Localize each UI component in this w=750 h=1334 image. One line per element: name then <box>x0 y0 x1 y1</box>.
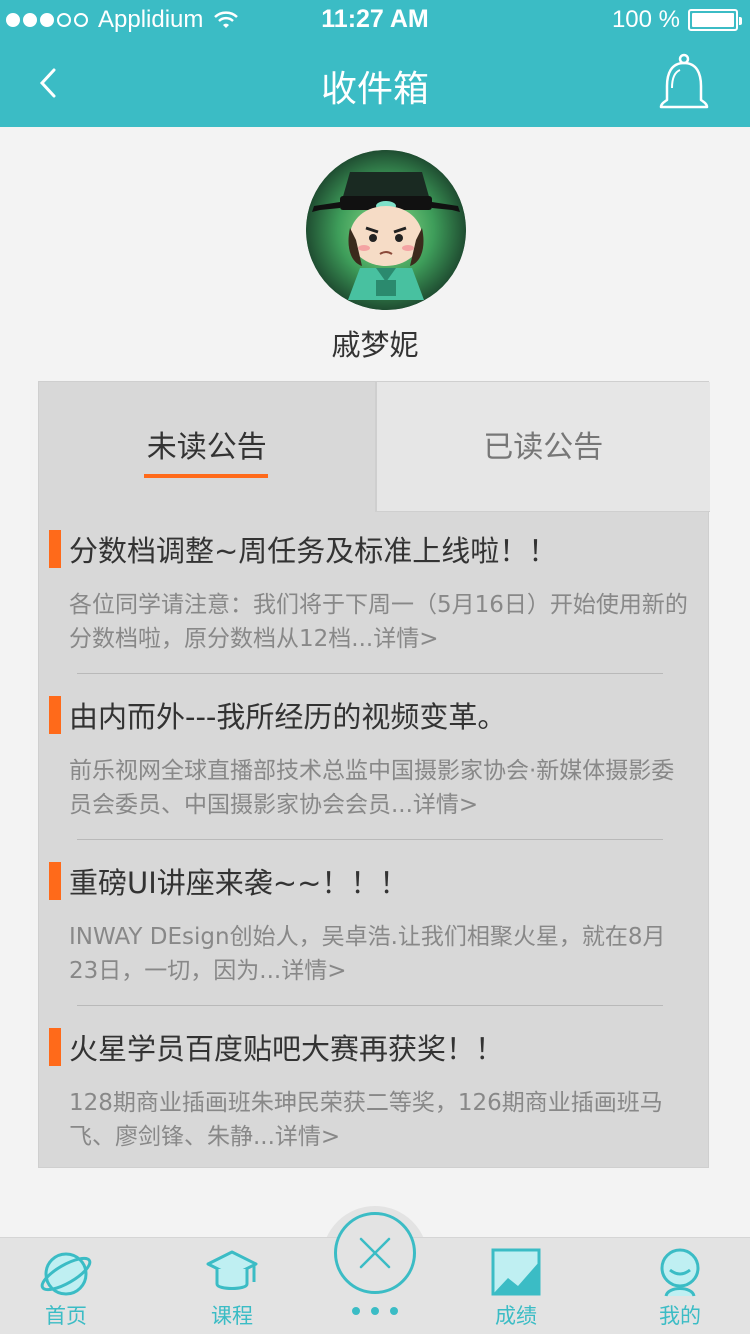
list-item[interactable]: 分数档调整~周任务及标准上线啦！！ 各位同学请注意：我们将于下周一（5月16日）… <box>39 512 710 678</box>
item-title: 重磅UI讲座来袭~~！！！ <box>69 866 409 900</box>
item-title: 由内而外---我所经历的视频变革。 <box>69 700 507 734</box>
announcement-panel: 未读公告 已读公告 分数档调整~周任务及标准上线啦！！ 各位同学请注意：我们将于… <box>38 381 710 1168</box>
item-summary: 各位同学请注意：我们将于下周一（5月16日）开始使用新的分数档啦，原分数档从12… <box>69 592 688 652</box>
battery-icon <box>688 9 742 31</box>
divider <box>77 1005 663 1006</box>
avatar[interactable] <box>306 150 466 310</box>
battery-percent: 100 % <box>611 6 680 33</box>
item-summary: 128期商业插画班朱珅民荣获二等奖，126期商业插画班马飞、廖剑锋、朱静...详… <box>69 1090 663 1150</box>
tab-active-indicator <box>144 474 268 478</box>
divider <box>77 839 663 840</box>
list-item[interactable]: 火星学员百度贴吧大赛再获奖！！ 128期商业插画班朱珅民荣获二等奖，126期商业… <box>39 1010 710 1176</box>
planet-icon <box>40 1252 92 1296</box>
list-item[interactable]: 重磅UI讲座来袭~~！！！ INWAY DEsign创始人，吴卓浩.让我们相聚火… <box>39 844 710 1010</box>
more-dots-icon[interactable] <box>352 1307 398 1317</box>
status-right: 100 % <box>611 6 742 34</box>
item-marker <box>49 530 61 568</box>
item-title: 火星学员百度贴吧大赛再获奖！！ <box>69 1032 505 1066</box>
tab-profile-label: 我的 <box>659 1304 701 1328</box>
profile-name: 戚梦妮 <box>331 328 419 362</box>
announcement-tabs: 未读公告 已读公告 <box>39 382 710 512</box>
tab-read-label: 已读公告 <box>483 430 604 465</box>
item-title: 分数档调整~周任务及标准上线啦！！ <box>69 534 558 568</box>
nav-bar: 收件箱 <box>0 40 750 127</box>
tab-courses-label: 课程 <box>211 1304 253 1328</box>
graduation-cap-icon <box>206 1250 258 1290</box>
item-summary: INWAY DEsign创始人，吴卓浩.让我们相聚火星，就在8月23日，一切，因… <box>69 924 666 984</box>
tab-grades[interactable]: 成绩 <box>461 1238 571 1334</box>
tab-unread-label: 未读公告 <box>146 430 267 465</box>
top-bar: Applidium 11:27 AM 100 % 收件箱 <box>0 0 750 127</box>
avatar-illustration <box>306 150 466 310</box>
close-icon <box>359 1237 391 1269</box>
tab-unread[interactable]: 未读公告 <box>39 382 375 512</box>
list-item[interactable]: 由内而外---我所经历的视频变革。 前乐视网全球直播部技术总监中国摄影家协会·新… <box>39 678 710 844</box>
tab-read[interactable]: 已读公告 <box>374 382 710 512</box>
tab-home-label: 首页 <box>45 1304 87 1328</box>
tab-grades-label: 成绩 <box>495 1304 537 1328</box>
user-icon <box>660 1248 700 1297</box>
item-summary: 前乐视网全球直播部技术总监中国摄影家协会·新媒体摄影委员会委员、中国摄影家协会会… <box>69 758 675 818</box>
chart-icon <box>491 1248 541 1296</box>
item-marker <box>49 862 61 900</box>
status-bar: Applidium 11:27 AM 100 % <box>0 0 750 40</box>
announcement-list: 分数档调整~周任务及标准上线啦！！ 各位同学请注意：我们将于下周一（5月16日）… <box>39 512 710 1176</box>
tab-courses[interactable]: 课程 <box>177 1238 287 1334</box>
tab-profile[interactable]: 我的 <box>625 1238 735 1334</box>
item-marker <box>49 1028 61 1066</box>
tab-home[interactable]: 首页 <box>11 1238 121 1334</box>
item-marker <box>49 696 61 734</box>
center-action-button[interactable] <box>334 1212 416 1294</box>
divider <box>77 673 663 674</box>
bell-icon[interactable] <box>656 52 712 114</box>
page-title: 收件箱 <box>320 69 429 110</box>
